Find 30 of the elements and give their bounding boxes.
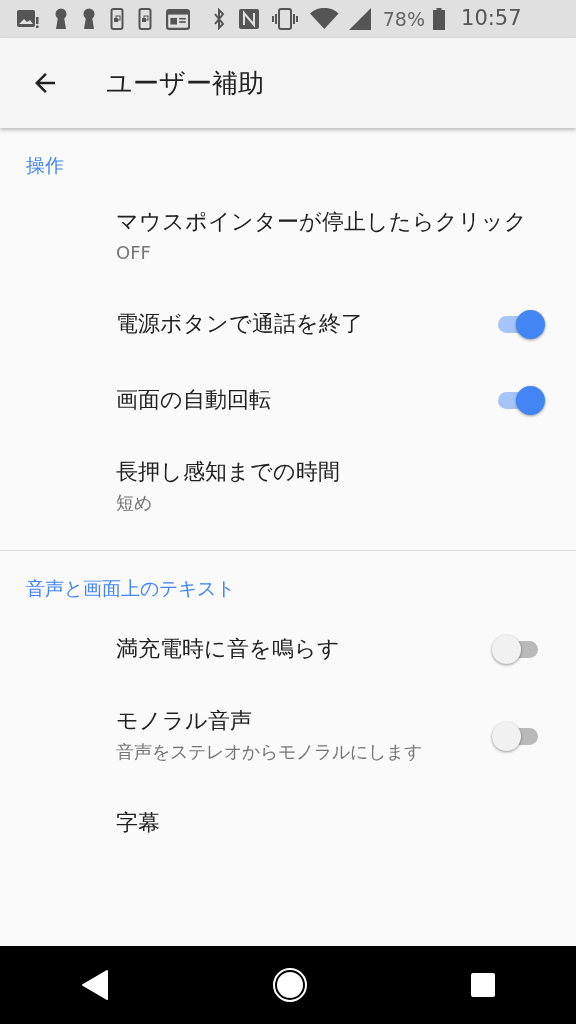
phone-icon bbox=[110, 8, 124, 30]
image-icon bbox=[16, 8, 40, 30]
vibrate-icon bbox=[272, 8, 299, 30]
clock: 10:57 bbox=[461, 5, 522, 33]
section-header: 音声と画面上のテキスト bbox=[25, 576, 236, 601]
phone-icon bbox=[138, 8, 152, 30]
keyhole-icon bbox=[54, 8, 68, 30]
wifi-icon bbox=[310, 8, 339, 30]
setting-title: マウスポインターが停止したらクリック bbox=[116, 208, 528, 236]
setting-title: 満充電時に音を鳴らす bbox=[116, 635, 341, 663]
setting-summary: OFF bbox=[116, 241, 152, 265]
screen-title: ユーザー補助 bbox=[106, 66, 264, 100]
keyhole-icon bbox=[82, 8, 96, 30]
setting-summary: 短め bbox=[116, 491, 153, 515]
setting-title: 字幕 bbox=[116, 809, 161, 837]
bluetooth-icon bbox=[212, 8, 227, 30]
recents-icon[interactable] bbox=[470, 973, 495, 997]
battery-percentage: 78% bbox=[382, 6, 425, 32]
home-icon[interactable] bbox=[272, 967, 308, 1003]
section-header: 操作 bbox=[25, 153, 65, 178]
signal-icon bbox=[348, 8, 371, 30]
battery-icon bbox=[433, 8, 445, 30]
nfc-icon bbox=[238, 8, 261, 30]
setting-title: モノラル音声 bbox=[116, 707, 253, 735]
setting-title: 電源ボタンで通話を終了 bbox=[116, 310, 364, 338]
back-icon[interactable] bbox=[81, 969, 110, 1001]
setting-summary: 音声をステレオからモノラルにします bbox=[116, 740, 423, 764]
setting-title: 画面の自動回転 bbox=[116, 386, 272, 414]
calendar-icon bbox=[166, 8, 191, 30]
setting-title: 長押し感知までの時間 bbox=[116, 458, 341, 486]
